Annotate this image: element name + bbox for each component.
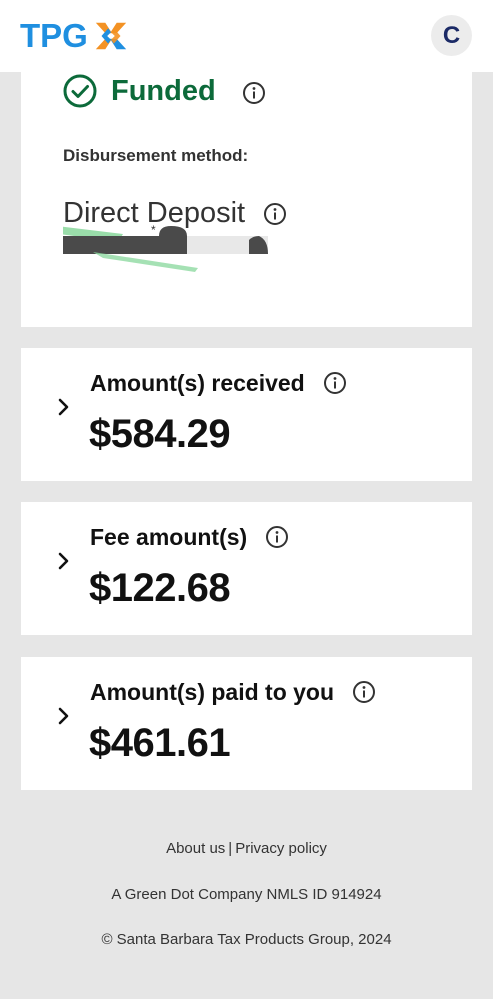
status-label: Funded — [111, 74, 216, 107]
card-title: Amount(s) received — [90, 369, 305, 396]
company-line: A Green Dot Company NMLS ID 914924 — [111, 886, 382, 903]
info-icon[interactable] — [265, 525, 289, 549]
svg-text:*: * — [151, 223, 156, 237]
logo-text: TPG — [20, 17, 88, 54]
footer-separator: | — [228, 840, 233, 857]
card-title-row: Amount(s) paid to you — [90, 677, 376, 707]
card-title: Amount(s) paid to you — [90, 678, 335, 705]
chevron-right-icon[interactable] — [57, 552, 71, 570]
logo-x-mark-icon — [95, 22, 127, 50]
amount-paid-card[interactable]: Amount(s) paid to you $461.61 — [21, 657, 472, 790]
info-icon[interactable] — [323, 371, 347, 395]
amount-received-card[interactable]: Amount(s) received $584.29 — [21, 348, 472, 481]
user-avatar[interactable]: C — [431, 15, 472, 56]
chevron-right-icon[interactable] — [57, 398, 71, 416]
disbursement-method-label: Disbursement method: — [63, 146, 249, 165]
info-icon[interactable] — [242, 81, 266, 105]
card-amount: $461.61 — [89, 721, 231, 765]
redacted-account-number: * — [63, 223, 268, 272]
tpg-logo[interactable]: TPG — [20, 16, 130, 56]
status-row: Funded — [63, 72, 266, 110]
about-us-link[interactable]: About us — [166, 840, 225, 857]
card-amount: $584.29 — [89, 412, 231, 456]
app-header: TPG C — [0, 0, 493, 72]
refund-status-card: Funded Disbursement method: Direct Depos… — [21, 72, 472, 327]
card-title-row: Amount(s) received — [90, 368, 347, 398]
footer-links: About us | Privacy policy — [0, 840, 493, 857]
chevron-right-icon[interactable] — [57, 707, 71, 725]
card-title-row: Fee amount(s) — [90, 522, 289, 552]
card-title: Fee amount(s) — [90, 523, 248, 550]
card-amount: $122.68 — [89, 566, 231, 610]
fee-amount-card[interactable]: Fee amount(s) $122.68 — [21, 502, 472, 635]
info-icon[interactable] — [352, 680, 376, 704]
check-circle-icon — [63, 74, 97, 108]
privacy-policy-link[interactable]: Privacy policy — [235, 840, 327, 857]
copyright-text: © Santa Barbara Tax Products Group, 2024 — [101, 931, 392, 948]
